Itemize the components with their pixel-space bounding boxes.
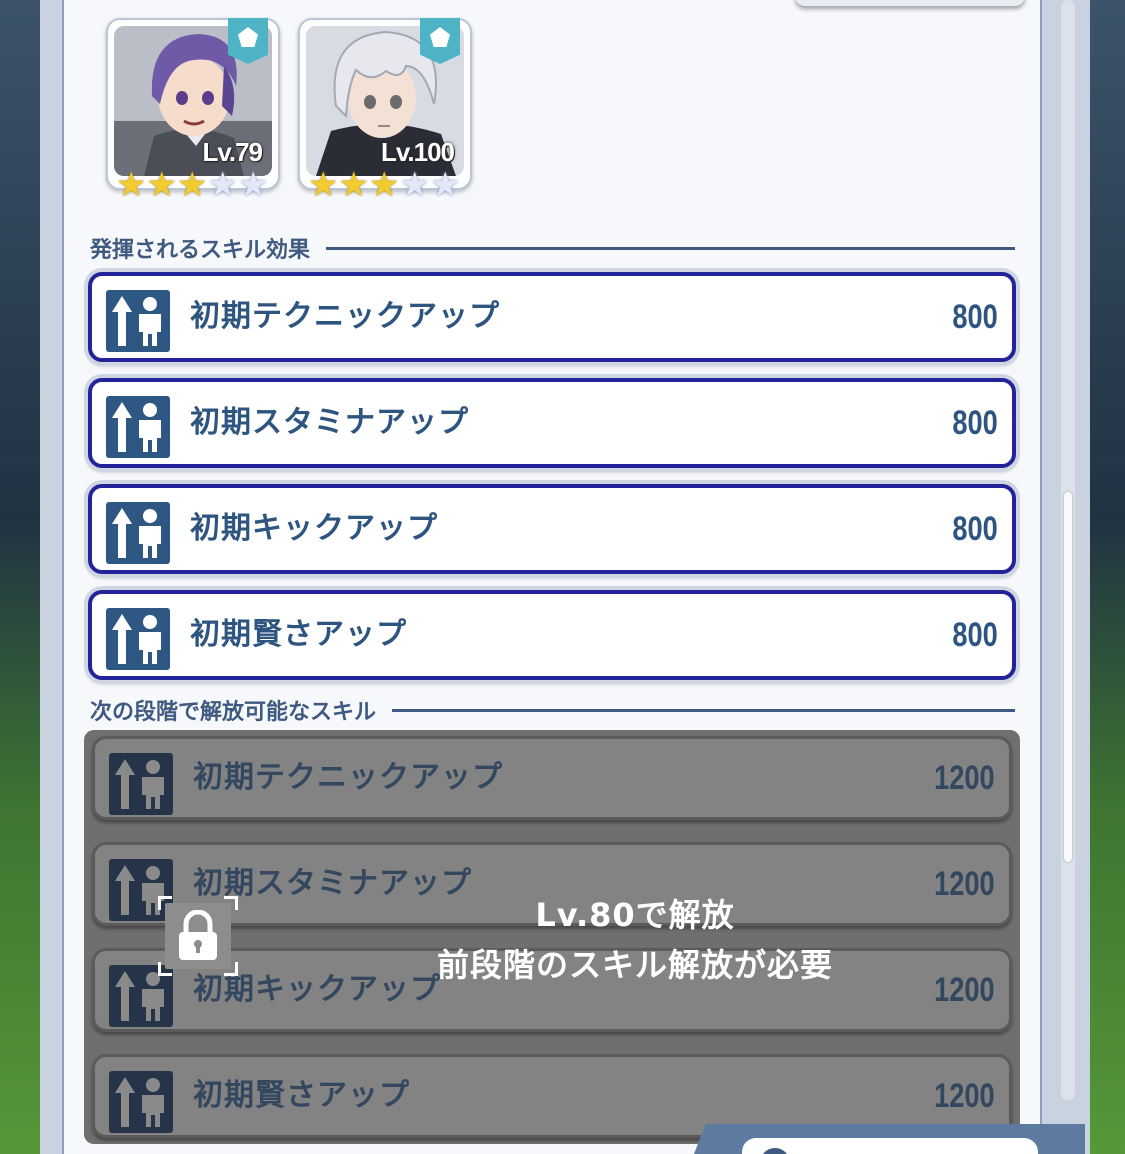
star-empty-icon: ★: [429, 165, 461, 205]
skill-value: 1200: [934, 759, 995, 797]
stat-up-icon: [106, 608, 170, 670]
stat-up-icon: [109, 753, 173, 815]
skill-row[interactable]: 初期テクニックアップ 800: [88, 272, 1016, 362]
character-card-2[interactable]: Lv.100 ★ ★ ★ ★ ★: [298, 18, 472, 202]
star-filled-icon: ★: [176, 165, 208, 205]
footer-button[interactable]: [742, 1138, 1038, 1154]
star-filled-icon: ★: [308, 165, 339, 205]
stat-up-icon: [106, 396, 170, 458]
section-title-label: 次の段階で解放可能なスキル: [90, 700, 377, 725]
skill-name: 初期テクニックアップ: [193, 760, 503, 795]
skill-name: 初期キックアップ: [190, 511, 438, 546]
star-empty-icon: ★: [207, 165, 238, 205]
skill-value: 800: [952, 616, 998, 654]
star-filled-icon: ★: [116, 165, 147, 205]
section-next-skills: 次の段階で解放可能なスキル: [90, 694, 1015, 726]
rarity-badge-icon: [228, 18, 268, 64]
stat-up-icon: [109, 1071, 173, 1133]
star-rating: ★ ★ ★ ★ ★: [308, 168, 460, 202]
skill-value: 1200: [934, 971, 995, 1009]
divider: [326, 246, 1015, 250]
rarity-badge-icon: [420, 18, 460, 64]
stat-up-icon: [106, 502, 170, 564]
star-filled-icon: ★: [338, 165, 369, 205]
skill-value: 800: [952, 510, 998, 548]
skill-row[interactable]: 初期賢さアップ 800: [88, 590, 1016, 680]
skill-name: 初期テクニックアップ: [190, 299, 500, 334]
section-active-skills: 発揮されるスキル効果: [90, 232, 1015, 264]
level-label: Lv.100: [380, 137, 455, 167]
skill-name: 初期賢さアップ: [193, 1078, 410, 1113]
skill-row[interactable]: 初期スタミナアップ 800: [88, 378, 1016, 468]
skill-row[interactable]: 初期キックアップ 800: [88, 484, 1016, 574]
stat-up-icon: [106, 290, 170, 352]
skill-value: 800: [952, 298, 998, 336]
top-tab[interactable]: [795, 0, 1025, 6]
level-label: Lv.79: [202, 137, 263, 167]
star-filled-icon: ★: [368, 165, 400, 205]
section-title-label: 発揮されるスキル効果: [90, 238, 311, 263]
scrollbar-thumb[interactable]: [1064, 492, 1072, 862]
skill-name: 初期賢さアップ: [190, 617, 407, 652]
skill-value: 1200: [934, 865, 995, 903]
divider: [392, 708, 1015, 712]
skill-value: 1200: [934, 1077, 995, 1115]
unlock-requirement-text: 前段階のスキル解放が必要: [436, 946, 833, 984]
skill-value: 800: [952, 404, 998, 442]
lock-icon: [158, 896, 238, 976]
star-rating: ★ ★ ★ ★ ★: [116, 168, 268, 202]
star-empty-icon: ★: [399, 165, 430, 205]
skill-name: 初期スタミナアップ: [190, 405, 469, 440]
star-filled-icon: ★: [146, 165, 177, 205]
star-empty-icon: ★: [237, 165, 269, 205]
character-card-1[interactable]: Lv.79 ★ ★ ★ ★ ★: [106, 18, 280, 202]
locked-skill-row: 初期テクニックアップ 1200: [92, 736, 1012, 820]
unlock-level-text: Lv.80で解放: [535, 896, 735, 934]
